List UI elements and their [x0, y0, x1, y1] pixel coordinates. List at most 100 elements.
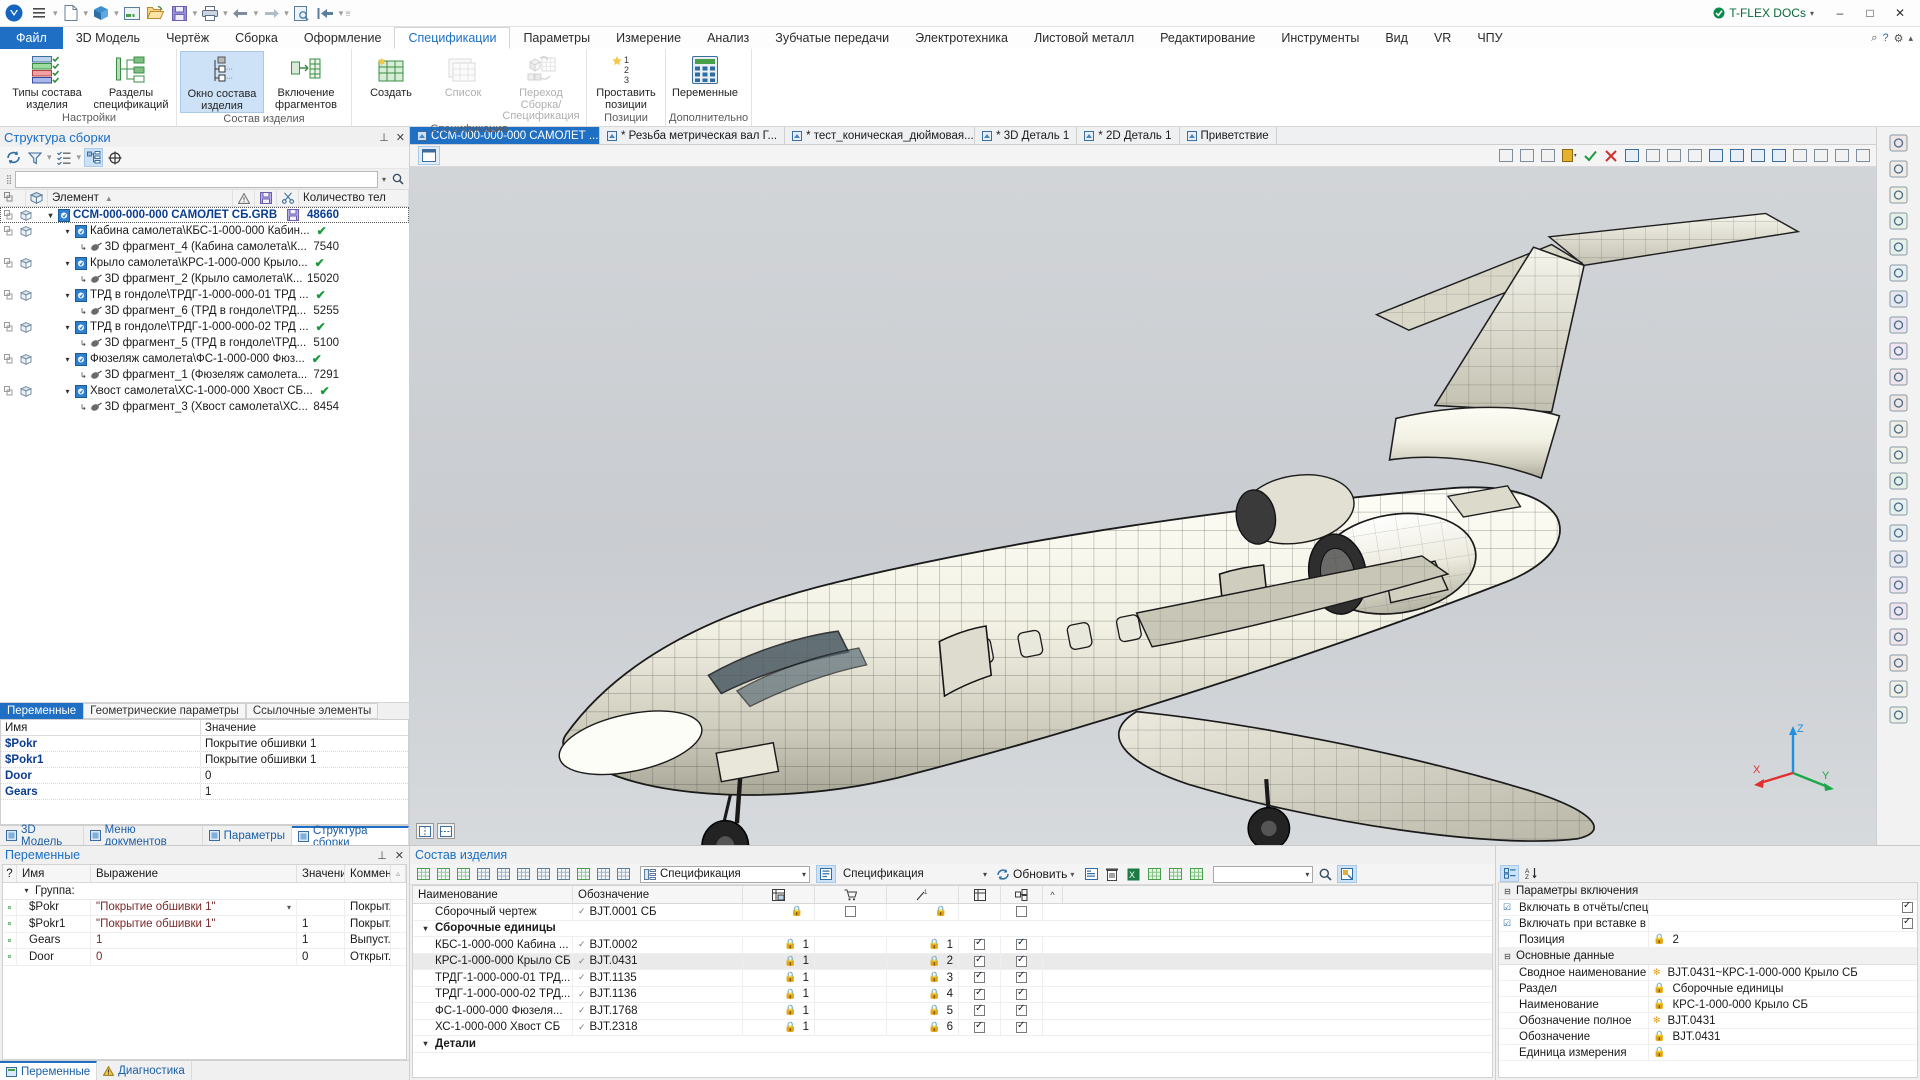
section-icon[interactable] [1791, 147, 1809, 165]
inspector-col-value[interactable]: Значение [201, 720, 408, 735]
add-row-icon[interactable] [414, 865, 433, 883]
filter-icon[interactable] [25, 148, 44, 167]
variables-col-expression[interactable]: Выражение [91, 865, 297, 882]
ribbon-options-icon[interactable]: ⚙ [1894, 32, 1904, 45]
tree-row[interactable]: ▾Кабина самолета\КБС-1-000-000 Кабин...✔ [0, 223, 409, 239]
ribbon-tab-12[interactable]: Редактирование [1147, 27, 1268, 49]
target-icon[interactable] [105, 148, 124, 167]
variables-col-name[interactable]: Имя [17, 865, 91, 882]
ps-column-3[interactable] [815, 886, 887, 903]
document-tab-5[interactable]: Приветствие [1180, 127, 1277, 144]
tree-row[interactable]: ▾ТРД в гондоле\ТРДГ-1-000-000-02 ТРД ...… [0, 319, 409, 335]
camera-icon[interactable] [1887, 651, 1911, 675]
render-wire-icon[interactable] [1728, 147, 1746, 165]
minimize-button[interactable]: – [1826, 2, 1854, 24]
tree-expander-icon[interactable]: ▾ [63, 291, 72, 300]
tree-row[interactable]: ▾Хвост самолета\ХС-1-000-000 Хвост СБ...… [0, 383, 409, 399]
assembly-tree[interactable]: ▾ССМ-000-000-000 САМОЛЕТ СБ.GRB48660▾Каб… [0, 207, 409, 702]
group-expander-icon[interactable]: ▾ [421, 924, 430, 933]
spec-view-combo[interactable]: Спецификация ▾ [840, 866, 990, 883]
save-dropdown-icon[interactable]: ▾ [193, 8, 198, 19]
row-checkbox[interactable] [974, 939, 985, 950]
render-settings-icon[interactable] [1887, 469, 1911, 493]
filter-input[interactable] [1217, 868, 1301, 880]
tree-expander-icon[interactable]: ↳ [80, 371, 87, 380]
excel-icon[interactable]: X [1123, 865, 1143, 883]
render-shaded-icon[interactable] [1707, 147, 1725, 165]
split-horizontal-icon[interactable] [437, 823, 455, 839]
box-icon[interactable] [1686, 147, 1704, 165]
ribbon-tab-15[interactable]: VR [1421, 27, 1464, 49]
row-checkbox[interactable] [845, 906, 856, 917]
body-select-icon[interactable] [1518, 147, 1536, 165]
undo-dropdown-icon[interactable]: ▾ [254, 8, 259, 19]
left-dock-tab-parameters[interactable]: Параметры [203, 826, 292, 845]
pan-icon[interactable] [1887, 287, 1911, 311]
view-front-icon[interactable] [1623, 147, 1641, 165]
row-checkbox[interactable] [1016, 956, 1027, 967]
search-input-wrapper[interactable] [15, 171, 378, 188]
light-icon[interactable] [1887, 521, 1911, 545]
variables-col-comment[interactable]: Коммен... [345, 865, 391, 882]
tree-expander-icon[interactable]: ▾ [63, 259, 72, 268]
section-expander-icon[interactable]: ⊟ [1503, 887, 1512, 896]
tree-row[interactable]: ▾ТРД в гондоле\ТРДГ-1-000-000-01 ТРД ...… [0, 287, 409, 303]
ribbon-button-product-structure-window[interactable]: ······Окно состава изделия [180, 51, 264, 113]
filter-combo[interactable]: ▾ [1213, 866, 1313, 883]
insert-left-icon[interactable] [434, 865, 453, 883]
new-3d-model-icon[interactable] [90, 2, 112, 24]
new-document-icon[interactable] [60, 2, 82, 24]
close-button[interactable]: ✕ [1886, 2, 1914, 24]
ps-column-6[interactable] [1001, 886, 1043, 903]
pin-icon[interactable]: ⊥ [377, 849, 387, 862]
cross-icon[interactable] [1887, 703, 1911, 727]
property-row[interactable]: Позиция🔒2 [1499, 932, 1917, 948]
ribbon-tab-8[interactable]: Анализ [694, 27, 762, 49]
redo-dropdown-icon[interactable]: ▾ [284, 8, 289, 19]
ps-row[interactable]: ТРДГ-1-000-000-01 ТРД...✓ВJT.1135🔒1🔒3 [413, 970, 1492, 987]
row-checkbox[interactable] [974, 956, 985, 967]
properties-grid[interactable]: ⊟Параметры включения☑Включать в отчёты/с… [1498, 882, 1918, 1078]
ribbon-tab-11[interactable]: Листовой металл [1021, 27, 1147, 49]
ribbon-button-spec-sections[interactable]: Разделы спецификаций [89, 51, 173, 111]
product-structure-grid[interactable]: НаименованиеОбозначение1^ Сборочный черт… [412, 885, 1493, 1078]
document-tab-2[interactable]: * тест_коническая_дюймовая... [785, 127, 975, 144]
variable-row[interactable]: Gears11Выпуст... [3, 933, 406, 950]
new-document-dropdown-icon[interactable]: ▾ [84, 8, 89, 19]
spec-view-icon[interactable] [816, 865, 836, 883]
ribbon-button-create-spec[interactable]: Создать [355, 51, 427, 100]
ribbon-tab-5[interactable]: Спецификации [394, 27, 510, 49]
view-box-icon[interactable] [1887, 339, 1911, 363]
new-3d-dropdown-icon[interactable]: ▾ [114, 8, 119, 19]
ps-column-0[interactable]: Наименование [413, 886, 573, 903]
ps-column-2[interactable] [743, 886, 815, 903]
ps-row[interactable]: ▾Детали [413, 1036, 1492, 1053]
row-checkbox[interactable] [1016, 1022, 1027, 1033]
ps-row[interactable]: ХС-1-000-000 Хвост СБ✓ВJT.2318🔒1🔒6 [413, 1020, 1492, 1037]
variable-icon[interactable] [614, 865, 633, 883]
link-icon[interactable] [534, 865, 553, 883]
unlink-icon[interactable] [554, 865, 573, 883]
document-tab-3[interactable]: * 3D Деталь 1 [975, 127, 1077, 144]
3d-viewport[interactable]: Z Y X [410, 167, 1876, 845]
maximize-button[interactable]: □ [1856, 2, 1884, 24]
qat-more-icon[interactable]: ⩸ [345, 8, 350, 19]
property-section-header[interactable]: ⊟Основные данные [1499, 948, 1917, 965]
ribbon-collapse-icon[interactable]: ▴ [1908, 33, 1913, 44]
row-checkbox[interactable] [1016, 972, 1027, 983]
render-edges-icon[interactable] [1770, 147, 1788, 165]
layers-icon[interactable] [1887, 573, 1911, 597]
row-checkbox[interactable] [974, 1022, 985, 1033]
ribbon-tab-3[interactable]: Сборка [222, 27, 291, 49]
search-icon[interactable] [1315, 868, 1335, 881]
zoom-out-icon[interactable] [1887, 261, 1911, 285]
group-expander-icon[interactable]: ▾ [22, 886, 31, 895]
material-sphere-icon[interactable] [1887, 547, 1911, 571]
settings-icon[interactable] [1337, 865, 1357, 883]
row-checkbox[interactable] [1016, 939, 1027, 950]
column-element[interactable]: Элемент ▲ [48, 190, 233, 206]
column-body-count[interactable]: Количество тел [299, 190, 409, 206]
ribbon-button-variables[interactable]: Переменные [669, 51, 741, 100]
save-icon[interactable] [169, 2, 191, 24]
variable-row[interactable]: $Pokr"Покрытие обшивки 1"▾Покрыт... [3, 900, 406, 917]
